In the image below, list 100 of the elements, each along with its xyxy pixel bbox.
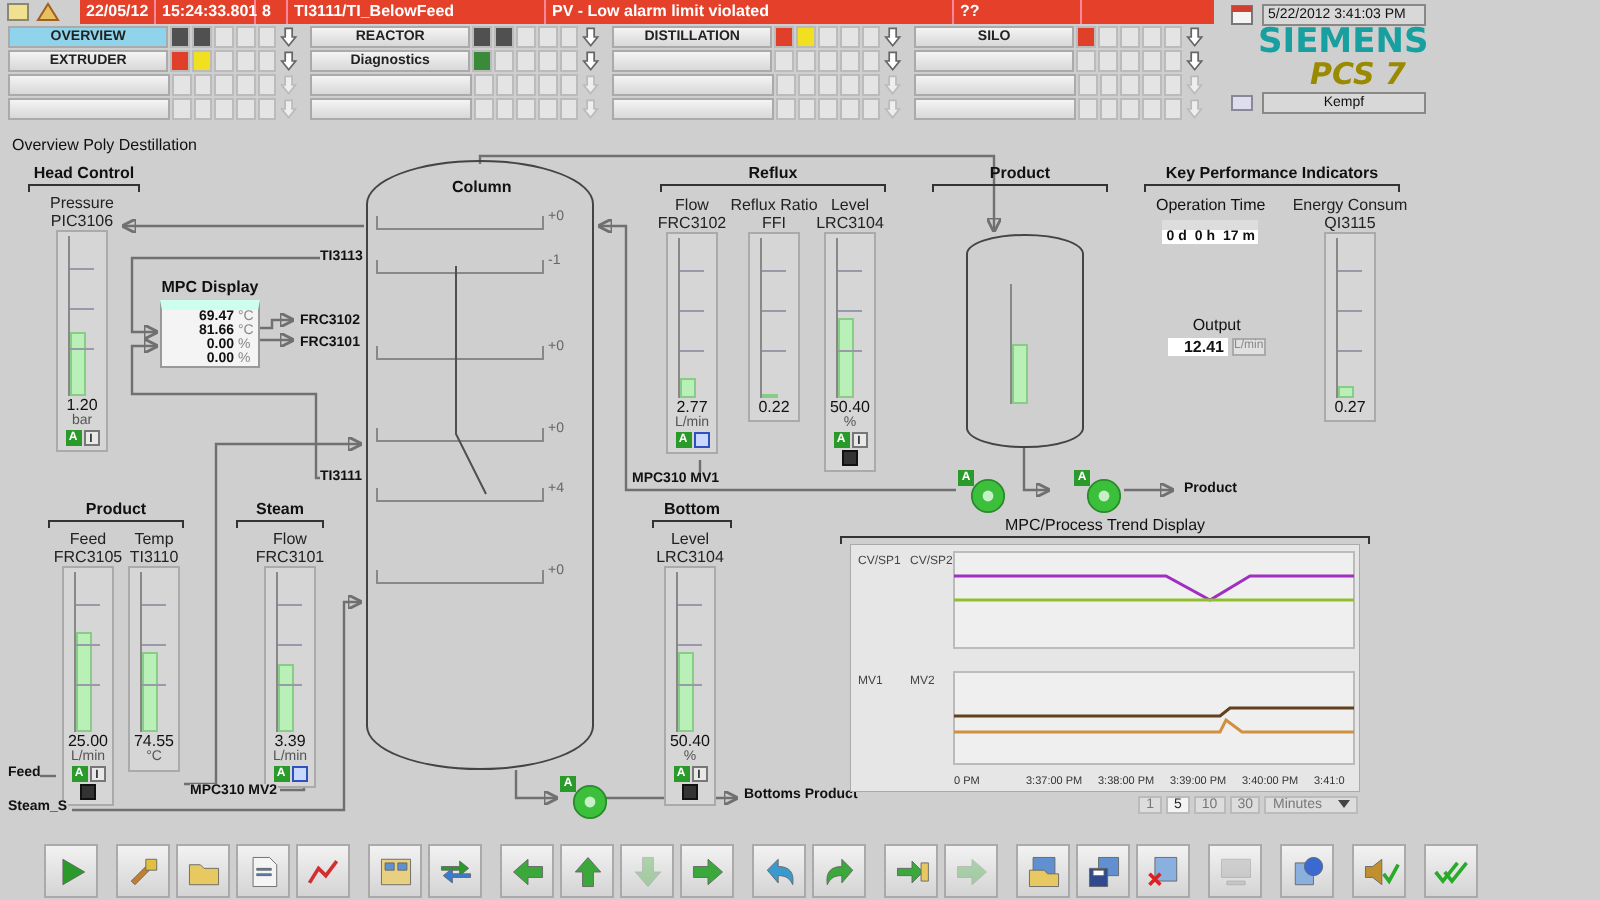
indicator-slot (537, 26, 558, 48)
area-button[interactable] (612, 98, 774, 120)
indicator-slot (516, 74, 537, 96)
indicator-slot (235, 26, 256, 48)
bar-value: 25.00 (67, 732, 109, 750)
down-arrow-icon[interactable] (280, 26, 299, 48)
down-arrow-icon[interactable] (884, 50, 903, 72)
indicator-slot (235, 50, 256, 72)
area-button[interactable] (310, 74, 472, 96)
toolbar-button[interactable] (428, 844, 482, 898)
bar-name: Temp (134, 530, 174, 548)
pump-icon[interactable] (1086, 478, 1122, 514)
toolbar-button[interactable] (884, 844, 938, 898)
bar-tag: FRC3101 (255, 548, 325, 566)
area-button[interactable] (8, 98, 170, 120)
indicator-slot (559, 74, 579, 96)
toolbar-button[interactable] (812, 844, 866, 898)
indicator-slot (257, 98, 277, 120)
toolbar-button[interactable] (236, 844, 290, 898)
indicator-slot (1119, 26, 1140, 48)
alarm-bar[interactable]: 22/05/12 15:24:33.801 8 TI3111/TI_BelowFeed PV - Low alarm limit violated ?? (80, 0, 1214, 24)
area-button[interactable] (612, 50, 773, 72)
status-badge[interactable] (693, 432, 709, 448)
toolbar-button[interactable] (116, 844, 170, 898)
area-button[interactable] (914, 98, 1076, 120)
save-icon (1083, 851, 1123, 891)
indicator-slot (797, 98, 817, 120)
bar-tag: LRC3104 (656, 548, 724, 566)
toolbar-button[interactable] (176, 844, 230, 898)
indicator-slot (257, 26, 277, 48)
toolbar-button[interactable] (1280, 844, 1334, 898)
toolbar-button[interactable] (296, 844, 350, 898)
indicator-slot (840, 74, 860, 96)
group-header: Key Performance Indicators (1144, 164, 1400, 192)
toolbar-button[interactable] (500, 844, 554, 898)
toolbar-button[interactable] (44, 844, 98, 898)
down-arrow-icon (1186, 98, 1205, 120)
indicator-slot (214, 74, 235, 96)
indicator-slot (559, 26, 579, 48)
down-arrow-icon[interactable] (582, 26, 601, 48)
bar-name: Flow (273, 530, 307, 548)
bar-tag: FRC3102 (657, 214, 727, 232)
bar-name: Feed (69, 530, 107, 548)
down-arrow-icon (582, 98, 601, 120)
toolbar-button[interactable] (1136, 844, 1190, 898)
indicator-slot (538, 74, 558, 96)
alarm-text: TI3111/TI_BelowFeed (288, 0, 546, 24)
indicator-slot (214, 98, 235, 120)
area-button[interactable] (914, 74, 1076, 96)
status-badge[interactable] (291, 766, 307, 782)
bar-value: 2.77 (676, 398, 708, 416)
toolbar-button[interactable] (1076, 844, 1130, 898)
down-arrow-icon[interactable] (1186, 26, 1205, 48)
pump-icon[interactable] (970, 478, 1006, 514)
indicator-slot (861, 74, 881, 96)
toolbar-button[interactable] (1016, 844, 1070, 898)
message-icon[interactable] (6, 0, 30, 24)
area-button[interactable] (914, 50, 1075, 72)
group-header: Head Control (28, 164, 140, 192)
toolbar-button[interactable] (1352, 844, 1406, 898)
alarm-text: 8 (256, 0, 288, 24)
indicator-slot (839, 50, 860, 72)
toolbar-button[interactable] (368, 844, 422, 898)
bar-value: 50.40 (829, 398, 871, 416)
indicator-slot (1142, 74, 1162, 96)
bar-panel[interactable]: 0.22 (748, 232, 800, 422)
toolbar-button[interactable] (680, 844, 734, 898)
area-button[interactable] (612, 74, 774, 96)
toolbar-button[interactable] (560, 844, 614, 898)
indicator-slot (495, 74, 515, 96)
alarm-text: 15:24:33.801 (156, 0, 256, 24)
down-arrow-icon[interactable] (1186, 50, 1205, 72)
keyboard-icon[interactable] (1230, 90, 1254, 114)
down-arrow-icon[interactable] (884, 26, 903, 48)
pipe-arrow (514, 770, 560, 807)
toolbar-button[interactable] (752, 844, 806, 898)
bar-tag: QI3115 (1324, 214, 1376, 232)
bar-panel[interactable]: 0.27 (1324, 232, 1376, 422)
bar-name: Level (830, 196, 870, 214)
bar-tag: LRC3104 (816, 214, 884, 232)
bar-tag: PIC3106 (50, 212, 114, 230)
delete-icon (1143, 851, 1183, 891)
bar-name: Reflux Ratio (730, 196, 818, 214)
area-button[interactable] (8, 74, 170, 96)
bar-tag: TI3110 (129, 548, 179, 566)
bar-value: 74.55 (133, 732, 175, 750)
pump-icon[interactable] (572, 784, 608, 820)
area-button[interactable] (310, 98, 472, 120)
indicator-slot (1119, 50, 1140, 72)
indicator-slot (1142, 98, 1162, 120)
product-logo-text: PCS 7 (1310, 60, 1406, 90)
indicator-slot (839, 26, 860, 48)
down-arrow-icon[interactable] (582, 50, 601, 72)
indicator-slot (861, 26, 881, 48)
indicator-slot (538, 98, 558, 120)
down-arrow-icon[interactable] (280, 50, 299, 72)
down-arrow-icon (884, 74, 903, 96)
calendar-icon[interactable] (1230, 2, 1254, 26)
output-value: 12.41 (1168, 338, 1228, 356)
down-arrow-icon (280, 74, 299, 96)
